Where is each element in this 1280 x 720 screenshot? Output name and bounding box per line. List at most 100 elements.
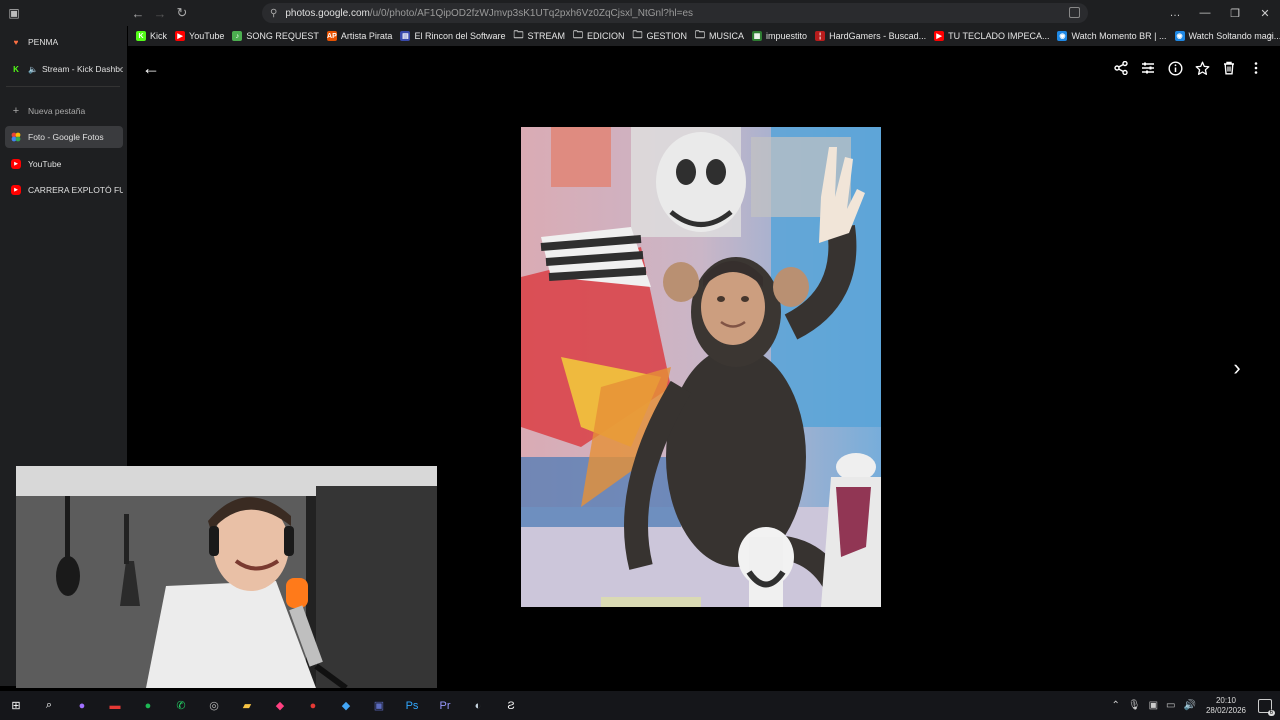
restore-icon[interactable]: ❐ <box>1220 7 1250 20</box>
bookmark-label: Artista Pirata <box>340 31 393 41</box>
heart-icon: ♥ <box>13 37 19 47</box>
folder-icon: 🗀 <box>695 29 706 41</box>
bookmark-label: GESTION <box>646 31 688 41</box>
bookmark-label: YouTube <box>189 31 225 41</box>
bookmark-label: EDICION <box>587 31 625 41</box>
plus-icon: + <box>12 105 20 117</box>
google-photos-icon <box>11 132 21 142</box>
bookmark-artista-pirata[interactable]: AP Artista Pirata <box>326 31 393 41</box>
sidebar-item-carrera[interactable]: ▶ CARRERA EXPLOTÓ FUER <box>5 179 123 201</box>
clock[interactable]: 20:10 28/02/2026 <box>1206 696 1246 716</box>
start-icon[interactable]: ⊞ <box>5 695 27 717</box>
bookmark-impuestito[interactable]: ▦ impuestito <box>752 31 807 41</box>
bookmark-label: MUSICA <box>709 31 745 41</box>
microphone-icon[interactable]: 🎙 <box>1128 700 1141 711</box>
sidebar-item-label: CARRERA EXPLOTÓ FUER <box>28 185 123 195</box>
volume-icon[interactable]: 🔊 <box>1184 700 1196 711</box>
folder-icon[interactable]: ▰ <box>236 695 258 717</box>
bookmark-label: El Rincon del Software <box>414 31 506 41</box>
search-icon[interactable]: ⌕ <box>38 695 60 717</box>
sidebar-toggle-icon[interactable]: ▣ <box>0 6 28 20</box>
sidebar-item-kick-dashboard[interactable]: K 🔈 Stream - Kick Dashbo <box>5 58 123 80</box>
speaker-icon[interactable]: 🔈 <box>28 64 38 74</box>
info-icon[interactable] <box>1165 58 1185 78</box>
browser-menu-icon[interactable]: … <box>1160 7 1190 19</box>
display-icon[interactable]: ▣ <box>1149 700 1158 711</box>
obs-icon[interactable]: ◎ <box>203 695 225 717</box>
app-blue-icon[interactable]: ◆ <box>335 695 357 717</box>
sidebar-new-tab[interactable]: + Nueva pestaña <box>5 100 123 122</box>
bookmark-label: Watch Momento BR | ... <box>1071 31 1167 41</box>
whatsapp-icon[interactable]: ✆ <box>170 695 192 717</box>
music-icon: ♪ <box>232 31 243 41</box>
app-purple-icon[interactable]: ● <box>71 695 93 717</box>
delete-icon[interactable] <box>1219 58 1239 78</box>
next-photo-icon[interactable]: › <box>1227 356 1247 380</box>
sheet-icon: ▦ <box>752 31 763 41</box>
site-info-icon[interactable]: ⚲ <box>270 8 277 19</box>
youtube-icon: ▶ <box>11 185 21 195</box>
bookmarks-bar: K Kick ▶ YouTube ♪ SONG REQUEST AP Artista Pira… <box>128 26 1280 46</box>
bookmark-stream[interactable]: 🗀 STREAM <box>513 30 565 42</box>
youtube-icon: ▶ <box>175 31 186 41</box>
bookmark-gestion[interactable]: 🗀 GESTION <box>632 29 688 42</box>
kick-icon: K <box>136 31 146 41</box>
back-icon[interactable]: ← <box>128 3 148 23</box>
premiere-icon[interactable]: Pr <box>434 695 456 717</box>
bookmark-kick[interactable]: K Kick <box>136 31 167 41</box>
bookmark-youtube[interactable]: ▶ YouTube <box>175 31 224 41</box>
spotify-icon[interactable]: ● <box>137 695 159 717</box>
sidebar-item-youtube[interactable]: ▶ YouTube <box>5 153 123 175</box>
webcam-feed-image <box>16 466 437 688</box>
sidebar-item-label: PENMA <box>28 37 59 47</box>
app-dark-icon[interactable]: ▣ <box>368 695 390 717</box>
hg-icon: ¦ <box>815 31 826 41</box>
app-red-icon[interactable]: ▬ <box>104 695 126 717</box>
folder-icon: 🗀 <box>632 29 643 41</box>
clock-time: 20:10 <box>1215 695 1236 705</box>
share-icon[interactable] <box>1111 58 1131 78</box>
displayed-photo[interactable] <box>521 127 881 607</box>
notifications-icon[interactable]: 6 <box>1258 698 1275 716</box>
sidebar-item-label: Nueva pestaña <box>28 106 86 116</box>
sidebar-item-penma[interactable]: ♥ PENMA <box>5 31 123 53</box>
window-controls: … — ❐ ✕ <box>1160 0 1280 26</box>
address-path: /u/0/photo/AF1QipOD2fzWJmvp3sK1UTq2pxh6V… <box>369 7 694 19</box>
bookmarks-overflow-icon[interactable]: › <box>1268 30 1272 42</box>
bookmark-song-request[interactable]: ♪ SONG REQUEST <box>232 31 319 41</box>
bookmark-watch-momento-br[interactable]: ◉ Watch Momento BR | ... <box>1057 31 1167 41</box>
favorite-icon[interactable] <box>1192 58 1212 78</box>
browser-titlebar: ▣ ← → ↻ ⚲ photos.google.com/u/0/photo/AF… <box>0 0 1280 26</box>
app-pink-icon[interactable]: ◆ <box>269 695 291 717</box>
more-options-icon[interactable] <box>1246 58 1266 78</box>
edit-icon[interactable] <box>1138 58 1158 78</box>
sidebar-item-google-photos[interactable]: Foto - Google Fotos <box>5 126 123 148</box>
bookmark-label: SONG REQUEST <box>246 31 319 41</box>
windows-taskbar: ⊞ ⌕ ● ▬ ● ✆ ◎ ▰ ◆ ● ◆ ▣ Ps Pr ◐ Ƨ ⌃ 🎙 ▣ ▭ 🔊 20:10 28/02… <box>0 691 1280 720</box>
address-bar[interactable]: ⚲ photos.google.com/u/0/photo/AF1QipOD2f… <box>262 3 1088 23</box>
bookmark-tu-teclado-impeca[interactable]: ▶ TU TECLADO IMPECA... <box>934 31 1049 41</box>
show-hidden-icons-icon[interactable]: ⌃ <box>1112 700 1120 711</box>
globe-icon: ◉ <box>1174 31 1185 41</box>
bookmark-el-rincon-del-software[interactable]: ▤ El Rincon del Software <box>400 31 505 41</box>
kick-icon: K <box>13 64 19 74</box>
bookmark-edicion[interactable]: 🗀 EDICION <box>573 29 625 42</box>
bookmark-musica[interactable]: 🗀 MUSICA <box>695 29 745 42</box>
reader-mode-icon[interactable] <box>1069 7 1080 18</box>
reload-icon[interactable]: ↻ <box>172 3 192 23</box>
bookmark-hardgamers-buscad[interactable]: ¦ HardGamers - Buscad... <box>815 31 926 41</box>
bookmark-watch-soltando-magi[interactable]: ◉ Watch Soltando magi... <box>1174 31 1280 41</box>
bookmark-label: impuestito <box>766 31 808 41</box>
browser-icon[interactable]: ● <box>302 695 324 717</box>
minimize-icon[interactable]: — <box>1190 7 1220 19</box>
app-white-icon[interactable]: Ƨ <box>500 695 522 717</box>
network-icon[interactable]: ▭ <box>1166 700 1175 711</box>
folder-icon: 🗀 <box>573 29 583 41</box>
photoshop-icon[interactable]: Ps <box>401 695 423 717</box>
steam-icon[interactable]: ◐ <box>467 695 489 717</box>
page-icon: ▤ <box>400 31 411 41</box>
back-arrow-icon[interactable]: ← <box>141 58 161 78</box>
close-icon[interactable]: ✕ <box>1250 7 1280 20</box>
forward-icon[interactable]: → <box>150 3 170 23</box>
youtube-icon: ▶ <box>11 159 21 169</box>
